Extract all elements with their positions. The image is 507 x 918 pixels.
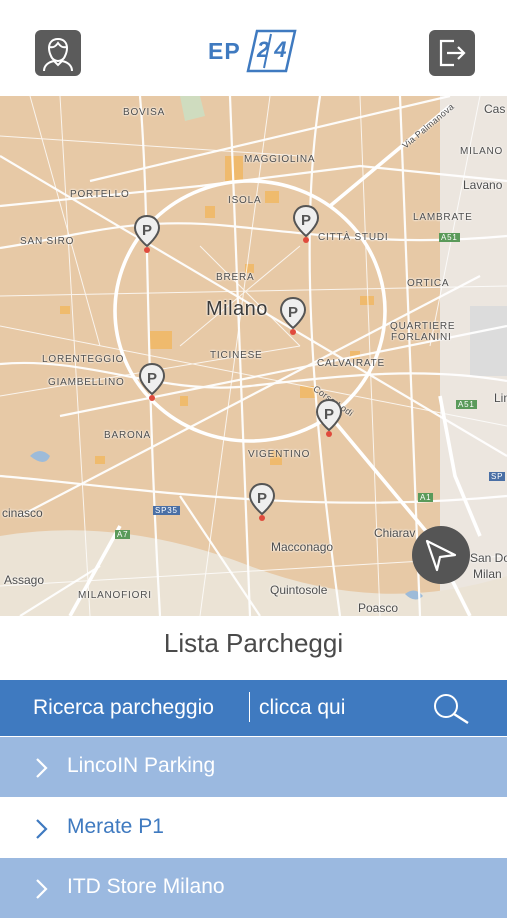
road-badge-sp35: SP35 <box>153 506 180 515</box>
parking-item-label: ITD Store Milano <box>67 875 225 898</box>
parking-list-title: Lista Parcheggi <box>163 628 344 658</box>
parking-item-label: LincoIN Parking <box>67 754 216 777</box>
map-label-barona: BARONA <box>104 430 152 441</box>
map-label-lambrate: LAMBRATE <box>413 212 473 223</box>
search-label: Ricerca parcheggio <box>33 696 214 719</box>
chevron-right-icon <box>36 879 48 899</box>
logo-text: EP <box>208 37 241 64</box>
profile-button[interactable] <box>35 30 81 76</box>
map-view[interactable]: BOVISA MAGGIOLINA PORTELLO ISOLA LAMBRAT… <box>0 96 507 616</box>
map-label-portello: PORTELLO <box>70 189 130 200</box>
svg-text:P: P <box>324 406 334 423</box>
map-label-bovisa: BOVISA <box>123 107 166 118</box>
parking-pin-vigentino[interactable]: P <box>248 482 276 522</box>
logout-icon <box>439 39 466 67</box>
parking-marker-icon: P <box>138 362 166 401</box>
road-badge-a51-south: A51 <box>456 400 477 409</box>
parking-marker-icon: P <box>315 398 343 437</box>
search-separator <box>249 692 250 722</box>
map-label-lin: Lin <box>494 391 507 405</box>
parking-list-item[interactable]: LincoIN Parking <box>0 737 507 797</box>
parking-marker-icon: P <box>248 482 276 521</box>
search-bar[interactable]: Ricerca parcheggio clicca qui <box>0 680 507 736</box>
svg-text:P: P <box>288 304 298 321</box>
parking-pin-citta-studi[interactable]: P <box>292 204 320 244</box>
map-label-ticinese: TICINESE <box>210 350 263 361</box>
parking-marker-icon: P <box>133 214 161 253</box>
road-badge-a51-north: A51 <box>439 233 460 242</box>
map-label-calvairate: CALVAIRATE <box>317 358 386 369</box>
map-label-forlanini: FORLANINI <box>391 332 452 343</box>
map-label-citta-studi: CITTÀ STUDI <box>318 232 389 243</box>
parking-pin-portello[interactable]: P <box>133 214 161 254</box>
road-badge-sp: SP <box>489 472 506 481</box>
svg-text:P: P <box>142 222 152 239</box>
map-label-quintosole: Quintosole <box>270 583 328 597</box>
search-icon[interactable] <box>430 692 472 726</box>
map-label-cas: Cas <box>484 102 506 116</box>
map-label-milanofiori: MILANOFIORI <box>78 590 152 601</box>
map-label-san-do: San Do <box>470 551 507 565</box>
map-label-cinasco: cinasco <box>2 506 43 520</box>
user-profile-icon <box>43 37 73 71</box>
map-label-san-siro: SAN SIRO <box>20 236 75 247</box>
parking-pin-giambellino[interactable]: P <box>138 362 166 402</box>
app-header: EP 24 <box>0 0 507 96</box>
road-badge-a1: A1 <box>418 493 434 502</box>
logout-button[interactable] <box>429 30 475 76</box>
map-label-quartiere: QUARTIERE <box>390 321 456 332</box>
logo-number: 24 <box>257 37 292 62</box>
parking-list-item[interactable]: ITD Store Milano <box>0 858 507 918</box>
parking-pin-centro[interactable]: P <box>279 296 307 336</box>
svg-text:P: P <box>257 490 267 507</box>
road-badge-a7: A7 <box>115 530 131 539</box>
parking-marker-icon: P <box>279 296 307 335</box>
parking-list-item[interactable]: Merate P1 <box>0 798 507 858</box>
map-label-chiarav: Chiarav <box>374 526 416 540</box>
parking-item-label: Merate P1 <box>67 815 164 838</box>
map-label-lavano: Lavano <box>463 178 503 192</box>
map-label-city: Milano <box>206 298 268 320</box>
map-label-ortica: ORTICA <box>407 278 450 289</box>
map-label-lorenteggio: LORENTEGGIO <box>42 354 125 365</box>
map-label-assago: Assago <box>4 573 45 587</box>
navigation-arrow-icon <box>425 539 457 572</box>
map-label-isola: ISOLA <box>228 195 262 206</box>
map-label-milano-district: MILANO <box>460 146 504 157</box>
map-label-vigentino: VIGENTINO <box>248 449 311 460</box>
chevron-right-icon <box>36 758 48 778</box>
parking-marker-icon: P <box>292 204 320 243</box>
svg-text:P: P <box>147 370 157 387</box>
parking-pin-corso-lodi[interactable]: P <box>315 398 343 438</box>
app-logo: EP 24 <box>208 28 297 74</box>
map-label-brera: BRERA <box>216 272 255 283</box>
map-label-macconago: Macconago <box>271 540 334 554</box>
search-hint: clicca qui <box>259 696 346 719</box>
map-label-giambellino: GIAMBELLINO <box>48 377 125 388</box>
svg-text:P: P <box>301 212 311 229</box>
map-label-milan: Milan <box>473 567 502 581</box>
chevron-right-icon <box>36 819 48 839</box>
map-label-poasco: Poasco <box>358 601 399 615</box>
map-label-maggiolina: MAGGIOLINA <box>244 154 316 165</box>
my-location-button[interactable] <box>412 526 470 584</box>
